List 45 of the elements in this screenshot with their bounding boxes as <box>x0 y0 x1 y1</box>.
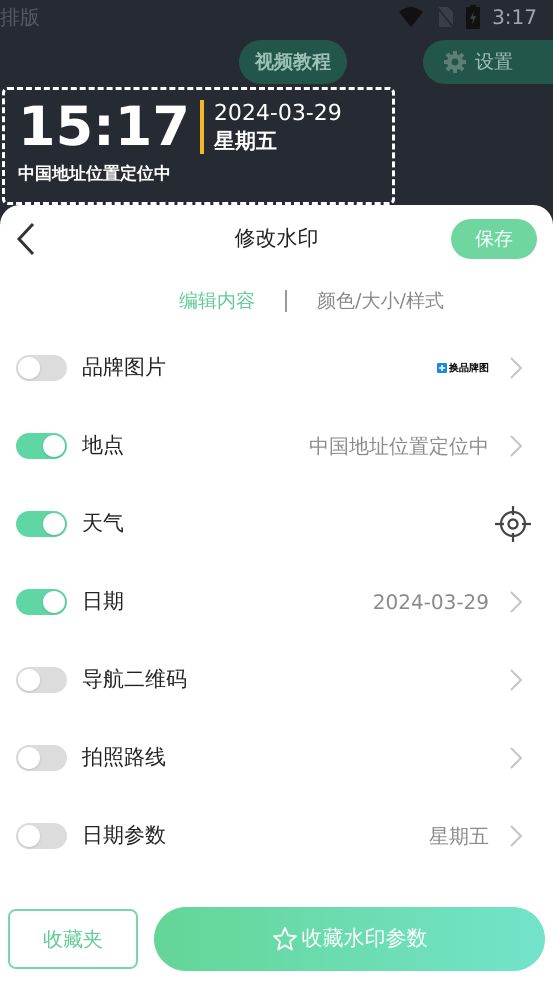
toggle-switch[interactable] <box>16 589 67 615</box>
chevron-icon <box>509 434 523 458</box>
chevron-icon <box>509 746 523 770</box>
save-button[interactable]: 保存 <box>451 219 537 259</box>
row-label: 天气 <box>82 510 125 538</box>
wifi-icon <box>398 6 424 28</box>
chevron-icon <box>509 356 523 380</box>
row-label: 日期参数 <box>82 822 167 850</box>
row-value: 中国地址位置定位中 <box>309 433 489 460</box>
watermark-preview[interactable]: 15:17 2024-03-29 星期五 中国地址位置定位中 <box>2 87 395 205</box>
plus-icon <box>437 363 447 373</box>
toggle-switch[interactable] <box>16 667 67 693</box>
preview-date: 2024-03-29 <box>214 100 342 128</box>
gear-icon <box>443 50 467 74</box>
row-label: 日期 <box>82 588 125 616</box>
chevron-icon <box>509 824 523 848</box>
row-label: 地点 <box>82 432 125 460</box>
accent-bar <box>200 100 204 154</box>
battery-icon <box>466 5 480 29</box>
toggle-switch[interactable] <box>16 745 67 771</box>
locate-icon[interactable] <box>493 504 533 544</box>
clock: 3:17 <box>492 4 537 31</box>
sheet-title: 修改水印 <box>234 225 318 252</box>
dimmed-button[interactable]: 设置 <box>423 40 553 84</box>
toggle-switch[interactable] <box>16 355 67 381</box>
row-value: 星期五 <box>429 823 489 850</box>
toggle-switch[interactable] <box>16 511 67 537</box>
row-label: 品牌图片 <box>82 354 167 382</box>
toggle-switch[interactable] <box>16 823 67 849</box>
row-value: 2024-03-29 <box>372 589 489 616</box>
tab[interactable]: 颜色/大小/样式 <box>317 286 444 316</box>
chevron-icon <box>509 668 523 692</box>
preview-time: 15:17 <box>18 100 190 154</box>
row-label: 导航二维码 <box>82 666 188 694</box>
back-icon[interactable] <box>16 222 36 256</box>
dimmed-button[interactable]: 视频教程 <box>239 40 347 84</box>
preview-weekday: 星期五 <box>214 128 278 154</box>
chevron-icon <box>509 590 523 614</box>
tab[interactable]: 编辑内容 <box>179 286 256 316</box>
favorites-button[interactable]: 收藏夹 <box>8 909 138 969</box>
change-brand-link[interactable]: 换品牌图 <box>437 360 489 376</box>
row-label: 拍照路线 <box>82 744 167 772</box>
toggle-switch[interactable] <box>16 433 67 459</box>
preview-location: 中国地址位置定位中 <box>18 163 172 186</box>
star-icon <box>272 926 298 952</box>
